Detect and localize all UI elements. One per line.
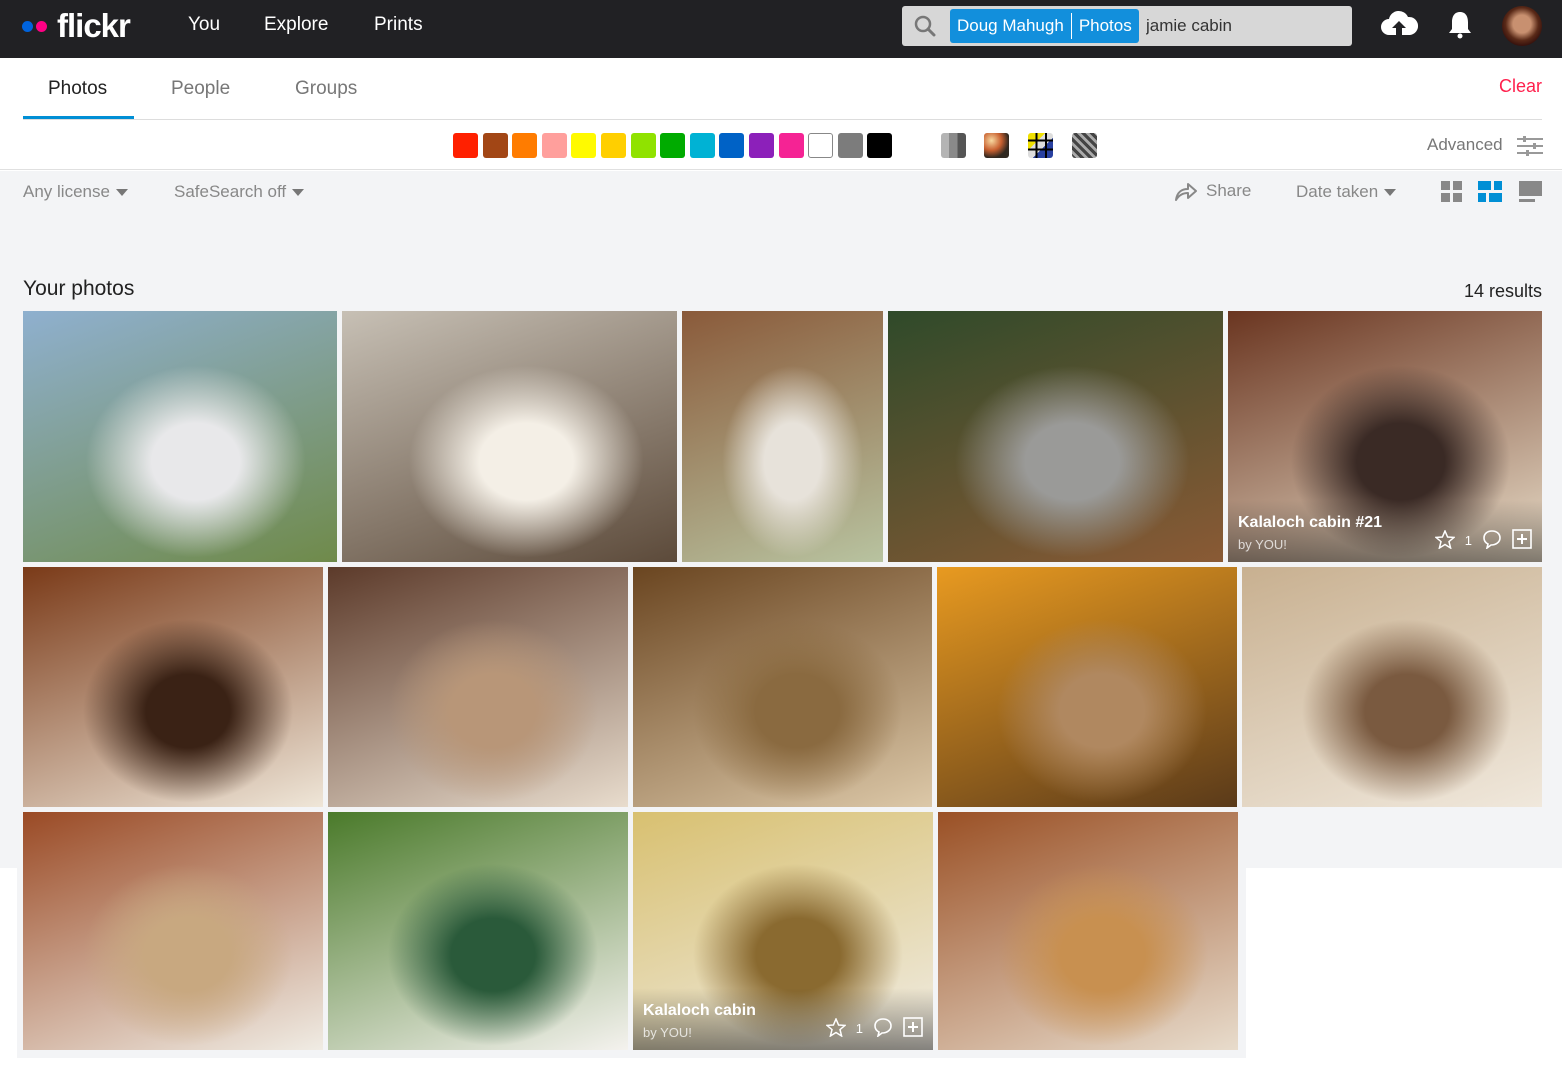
sliders-icon [1517, 135, 1544, 156]
photo-thumbnail[interactable] [633, 567, 932, 807]
results-count: 14 results [1463, 281, 1542, 301]
top-navigation-bar: flickr You Explore Prints Doug Mahugh Ph… [0, 0, 1562, 58]
fave-star-icon[interactable] [1433, 528, 1456, 552]
photo-thumbnail[interactable] [328, 812, 628, 1050]
color-swatch[interactable] [837, 133, 863, 158]
photo-owner[interactable]: by YOU! [643, 1025, 692, 1040]
caret-down-icon [292, 189, 305, 197]
color-swatch[interactable] [749, 133, 774, 158]
color-swatch[interactable] [778, 133, 804, 158]
photo-thumbnail[interactable] [23, 812, 323, 1050]
nav-you[interactable]: You [188, 14, 220, 36]
photo-thumbnail[interactable]: Kalaloch cabin by YOU! 1 [633, 812, 933, 1050]
photo-thumbnail[interactable] [937, 567, 1237, 807]
photo-title[interactable]: Kalaloch cabin #21 [1238, 514, 1382, 532]
color-swatch[interactable] [601, 133, 626, 158]
share-button[interactable]: Share [1174, 181, 1251, 202]
share-arrow-icon [1175, 182, 1197, 201]
photo-actions: 1 [1433, 528, 1532, 552]
color-swatch[interactable] [867, 133, 893, 158]
search-bar[interactable]: Doug Mahugh Photos [902, 6, 1352, 46]
search-icon[interactable] [914, 15, 936, 42]
color-filter-row: Advanced [0, 120, 1562, 170]
logo-wordmark: flickr [57, 7, 131, 44]
justified-view-icon[interactable] [1478, 181, 1504, 208]
scope-type: Photos [1078, 16, 1132, 35]
safesearch-label: SafeSearch off [174, 182, 287, 201]
fave-star-icon[interactable] [824, 1016, 847, 1040]
advanced-label: Advanced [1427, 135, 1503, 154]
advanced-search-button[interactable]: Advanced [1427, 135, 1544, 156]
notifications-bell-icon[interactable] [1448, 10, 1472, 45]
comment-icon[interactable] [1482, 529, 1502, 552]
color-swatch[interactable] [719, 133, 745, 158]
add-to-gallery-icon[interactable] [903, 1017, 923, 1040]
photo-thumbnail[interactable]: Kalaloch cabin #21 by YOU! 1 [1228, 311, 1542, 562]
caret-down-icon [115, 189, 128, 197]
add-to-gallery-icon[interactable] [1512, 529, 1532, 552]
photo-title[interactable]: Kalaloch cabin [643, 1002, 756, 1020]
logo-blue-dot [22, 20, 33, 32]
photo-thumbnail[interactable] [938, 812, 1238, 1050]
photo-thumbnail[interactable] [328, 567, 628, 807]
flickr-logo[interactable]: flickr [22, 6, 131, 46]
style-black-and-white[interactable] [941, 133, 966, 158]
sort-label: Date taken [1296, 182, 1379, 201]
color-swatch[interactable] [453, 133, 478, 158]
color-swatch[interactable] [541, 133, 567, 158]
style-minimalist[interactable] [1028, 133, 1053, 158]
photo-thumbnail[interactable] [682, 311, 883, 562]
caret-down-icon [1384, 189, 1397, 197]
tab-photos[interactable]: Photos [48, 78, 107, 100]
license-label: Any license [23, 182, 110, 201]
search-type-tabs: Photos People Groups Clear [23, 58, 1542, 120]
clear-button[interactable]: Clear [1499, 76, 1542, 97]
search-scope-chip[interactable]: Doug Mahugh Photos [950, 9, 1139, 43]
logo-pink-dot [36, 20, 47, 32]
comment-icon[interactable] [873, 1017, 893, 1040]
section-title: Your photos [23, 277, 135, 300]
color-swatch[interactable] [660, 133, 686, 158]
nav-prints[interactable]: Prints [374, 14, 423, 36]
upload-icon[interactable] [1380, 9, 1419, 44]
user-avatar[interactable] [1502, 6, 1542, 46]
active-tab-indicator [23, 116, 134, 119]
style-patterns[interactable] [1072, 133, 1097, 158]
color-swatch[interactable] [512, 133, 538, 158]
photo-thumbnail[interactable] [23, 567, 323, 807]
color-swatch[interactable] [689, 133, 715, 158]
scope-user: Doug Mahugh [957, 16, 1064, 35]
license-dropdown[interactable]: Any license [23, 182, 128, 202]
fave-count: 1 [1464, 533, 1472, 548]
search-input[interactable] [1146, 12, 1346, 40]
share-label: Share [1206, 181, 1252, 200]
safesearch-dropdown[interactable]: SafeSearch off [174, 182, 305, 202]
color-swatch[interactable] [808, 133, 834, 158]
photo-actions: 1 [824, 1016, 923, 1040]
tab-people[interactable]: People [171, 78, 230, 100]
fave-count: 1 [855, 1021, 863, 1036]
nav-explore[interactable]: Explore [264, 14, 328, 36]
photo-thumbnail[interactable] [23, 311, 337, 562]
style-shallow-depth-of-field[interactable] [984, 133, 1009, 158]
color-swatch[interactable] [482, 133, 508, 158]
photo-thumbnail[interactable] [1242, 567, 1542, 807]
color-swatch[interactable] [571, 133, 597, 158]
photo-owner[interactable]: by YOU! [1238, 537, 1287, 552]
photo-thumbnail[interactable] [888, 311, 1223, 562]
sort-dropdown[interactable]: Date taken [1296, 182, 1397, 202]
slideshow-view-icon[interactable] [1519, 181, 1543, 208]
tab-groups[interactable]: Groups [295, 78, 357, 100]
photo-thumbnail[interactable] [342, 311, 677, 562]
grid-view-icon[interactable] [1441, 181, 1463, 208]
color-swatch[interactable] [630, 133, 656, 158]
